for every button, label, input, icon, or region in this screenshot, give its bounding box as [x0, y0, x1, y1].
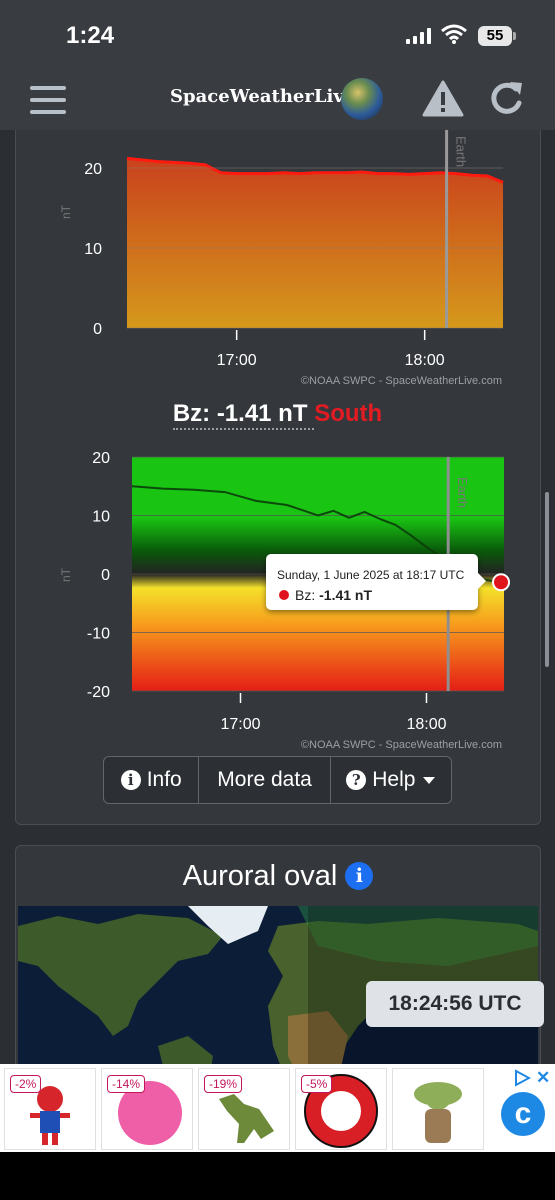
bz-value: -1.41 nT: [216, 400, 308, 427]
cellular-signal-icon: [406, 28, 431, 44]
more-data-button-label: More data: [217, 768, 312, 791]
bz-y-tick-label: 20: [92, 450, 110, 467]
bz-readout: Bz: -1.41 nT South: [0, 400, 555, 430]
chevron-down-icon: [423, 776, 436, 784]
utc-time-badge: 18:24:56 UTC: [366, 981, 544, 1027]
bt-y-tick-label: 10: [84, 241, 102, 258]
bz-chart-credit: ©NOAA SWPC - SpaceWeatherLive.com: [301, 739, 502, 751]
bt-x-tick-label: 18:00: [405, 352, 445, 369]
ad-product-yoda[interactable]: [392, 1068, 484, 1150]
battery-tip: [513, 32, 516, 40]
ad-brand-logo-icon[interactable]: c: [501, 1092, 545, 1136]
brand-name[interactable]: SpaceWeatherLive: [170, 86, 355, 107]
auroral-oval-card: Auroral oval i: [15, 845, 541, 1086]
ad-product-ball[interactable]: -14%: [101, 1068, 193, 1150]
ad-product-ring[interactable]: -5%: [295, 1068, 387, 1150]
info-icon: i: [120, 770, 141, 790]
more-data-button[interactable]: More data: [199, 757, 331, 803]
tooltip-date: Sunday, 1 June 2025 at 18:17 UTC: [277, 568, 465, 582]
tooltip-series-dot: [279, 590, 289, 600]
discount-badge: -14%: [107, 1075, 146, 1093]
auroral-oval-title: Auroral oval i: [16, 860, 540, 893]
question-icon: ?: [346, 770, 367, 790]
bt-chart: 20 10 0 nT Earth 17:00 18:00 ©NOAA SWPC - Space…: [0, 130, 555, 395]
status-bar: 1:24 55: [0, 0, 555, 72]
bt-chart-credit: ©NOAA SWPC - SpaceWeatherLive.com: [301, 375, 502, 387]
battery-icon: 55: [478, 26, 512, 46]
menu-icon[interactable]: [30, 86, 66, 114]
app-header: SpaceWeatherLive: [0, 72, 555, 130]
bottom-bar: [0, 1152, 555, 1200]
help-button-label: Help: [372, 768, 416, 791]
auroral-oval-title-text: Auroral oval: [182, 860, 338, 892]
tooltip-series-label: Bz:: [295, 587, 316, 603]
bz-readout-value: Bz: -1.41 nT: [172, 400, 315, 430]
bz-current-point: [492, 573, 510, 592]
tooltip-series: Bz: -1.41 nT: [295, 587, 372, 603]
bt-y-tick-label: 20: [84, 161, 102, 178]
bz-direction: South: [314, 400, 383, 427]
bz-label: Bz:: [172, 400, 211, 427]
bz-x-tick-label: 17:00: [220, 716, 260, 733]
bt-x-tick-label: 17:00: [217, 352, 257, 369]
globe-logo-icon[interactable]: [341, 78, 383, 120]
bt-y-tick-label: 0: [93, 321, 102, 338]
ad-product-dino[interactable]: -19%: [198, 1068, 290, 1150]
bz-y-tick-label: -10: [87, 626, 110, 643]
help-button[interactable]: ? Help: [331, 757, 451, 803]
close-icon[interactable]: ✕: [536, 1068, 550, 1088]
bt-y-axis-label: nT: [59, 204, 73, 219]
alert-icon[interactable]: [422, 80, 464, 118]
bz-tooltip: Sunday, 1 June 2025 at 18:17 UTC Bz: -1.…: [266, 554, 486, 610]
ad-banner[interactable]: -2% -14% -19% -5%: [0, 1064, 555, 1152]
wifi-icon: [441, 24, 467, 44]
bz-y-axis-label: nT: [59, 567, 73, 582]
ad-choices-icon[interactable]: [513, 1069, 531, 1087]
bz-y-tick-label: 0: [101, 567, 110, 584]
bt-chart-svg: 20 10 0 nT Earth 17:00 18:00 ©NOAA SWPC - Space…: [59, 130, 504, 387]
refresh-icon[interactable]: [486, 79, 526, 119]
bz-y-tick-label: 10: [92, 509, 110, 526]
yoda-toy-icon: [414, 1082, 462, 1143]
discount-badge: -2%: [10, 1075, 42, 1093]
bz-y-tick-label: -20: [87, 684, 110, 701]
info-button[interactable]: i Info: [104, 757, 200, 803]
info-button-label: Info: [146, 768, 182, 791]
earth-marker-label: Earth: [454, 136, 469, 167]
bz-x-tick-label: 18:00: [406, 716, 446, 733]
tooltip-value: -1.41 nT: [319, 587, 373, 603]
chart-button-group: i Info More data ? Help: [103, 756, 452, 804]
tooltip-arrow: [478, 573, 486, 589]
earth-marker-label: Earth: [455, 477, 470, 508]
ad-product-spiderman[interactable]: -2%: [4, 1068, 96, 1150]
discount-badge: -19%: [204, 1075, 243, 1093]
clock: 1:24: [66, 22, 115, 49]
info-icon[interactable]: i: [345, 862, 374, 890]
discount-badge: -5%: [301, 1075, 333, 1093]
